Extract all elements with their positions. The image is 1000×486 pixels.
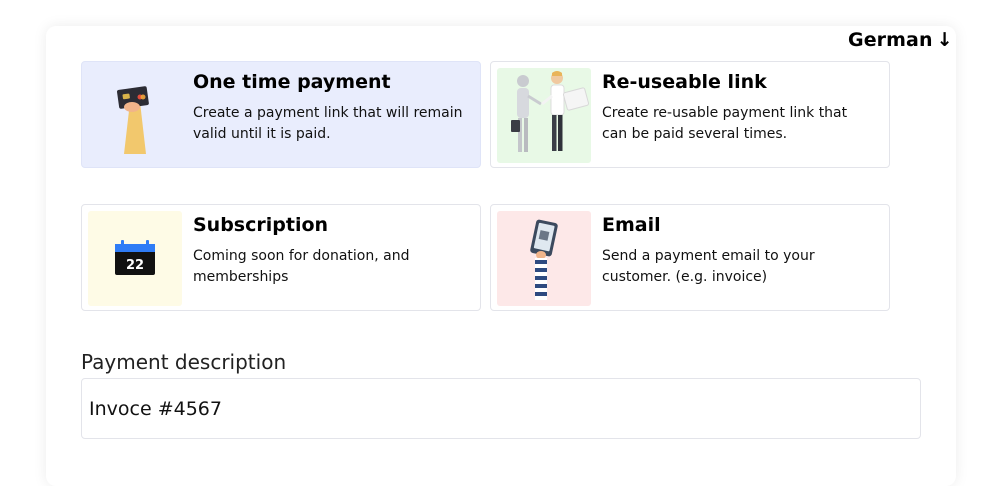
calendar-icon: 22 [88, 211, 182, 306]
option-description: Create a payment link that will remain v… [193, 105, 463, 142]
option-title: Re-useable link [602, 71, 767, 93]
payment-description-input[interactable] [81, 378, 921, 439]
arrow-down-icon: ↓ [936, 29, 953, 51]
option-description: Create re-usable payment link that can b… [602, 105, 848, 142]
option-title: One time payment [193, 71, 391, 93]
option-email[interactable]: Email Send a payment email to your custo… [490, 204, 890, 311]
language-selector[interactable]: German ↓ [848, 29, 953, 51]
credit-card-hand-icon [88, 68, 182, 163]
phone-hand-icon [497, 211, 591, 306]
option-one-time-payment[interactable]: One time payment Create a payment link t… [81, 61, 481, 168]
handshake-robot-icon [497, 68, 591, 163]
option-subscription[interactable]: 22 Subscription Coming soon for donation… [81, 204, 481, 311]
svg-text:22: 22 [126, 258, 144, 273]
option-description: Coming soon for donation, and membership… [193, 248, 410, 285]
option-title: Subscription [193, 214, 329, 236]
option-reusable-link[interactable]: Re-useable link Create re-usable payment… [490, 61, 890, 168]
payment-description-label: Payment description [81, 350, 287, 374]
language-label: German [848, 29, 933, 51]
option-title: Email [602, 214, 661, 236]
option-description: Send a payment email to your customer. (… [602, 248, 815, 285]
